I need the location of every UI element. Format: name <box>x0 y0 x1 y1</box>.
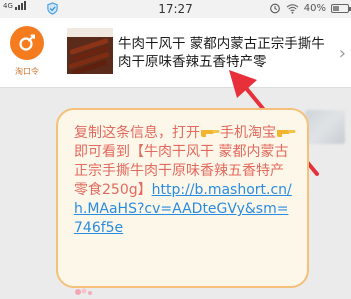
battery-icon <box>331 3 351 13</box>
message-part-1: 复制这条信息，打开 <box>74 125 200 141</box>
alarm-icon <box>269 3 280 14</box>
pointing-hand-icon <box>277 130 296 137</box>
message-text: 复制这条信息，打开 手机淘宝即可看到【牛肉干风干 蒙都内蒙古正宗手撕牛肉干原味香辣… <box>74 124 296 238</box>
flower-decoration-icon <box>75 288 92 295</box>
link-card-title: 牛肉干风干 蒙都内蒙古正宗手撕牛肉干原味香辣五香特产零 <box>118 36 325 70</box>
wifi-icon <box>286 3 299 14</box>
status-bar: 4G 17:27 40% <box>0 0 351 18</box>
product-thumbnail <box>67 28 113 74</box>
avatar[interactable] <box>305 110 345 144</box>
battery-percent: 40% <box>303 2 326 14</box>
logo-label: 淘口令 <box>15 67 39 76</box>
taobao-logo-icon <box>10 26 44 60</box>
chevron-right-icon: › <box>338 43 346 64</box>
pointing-hand-icon <box>201 130 220 137</box>
message-part-2: 手机淘宝 <box>220 125 276 141</box>
